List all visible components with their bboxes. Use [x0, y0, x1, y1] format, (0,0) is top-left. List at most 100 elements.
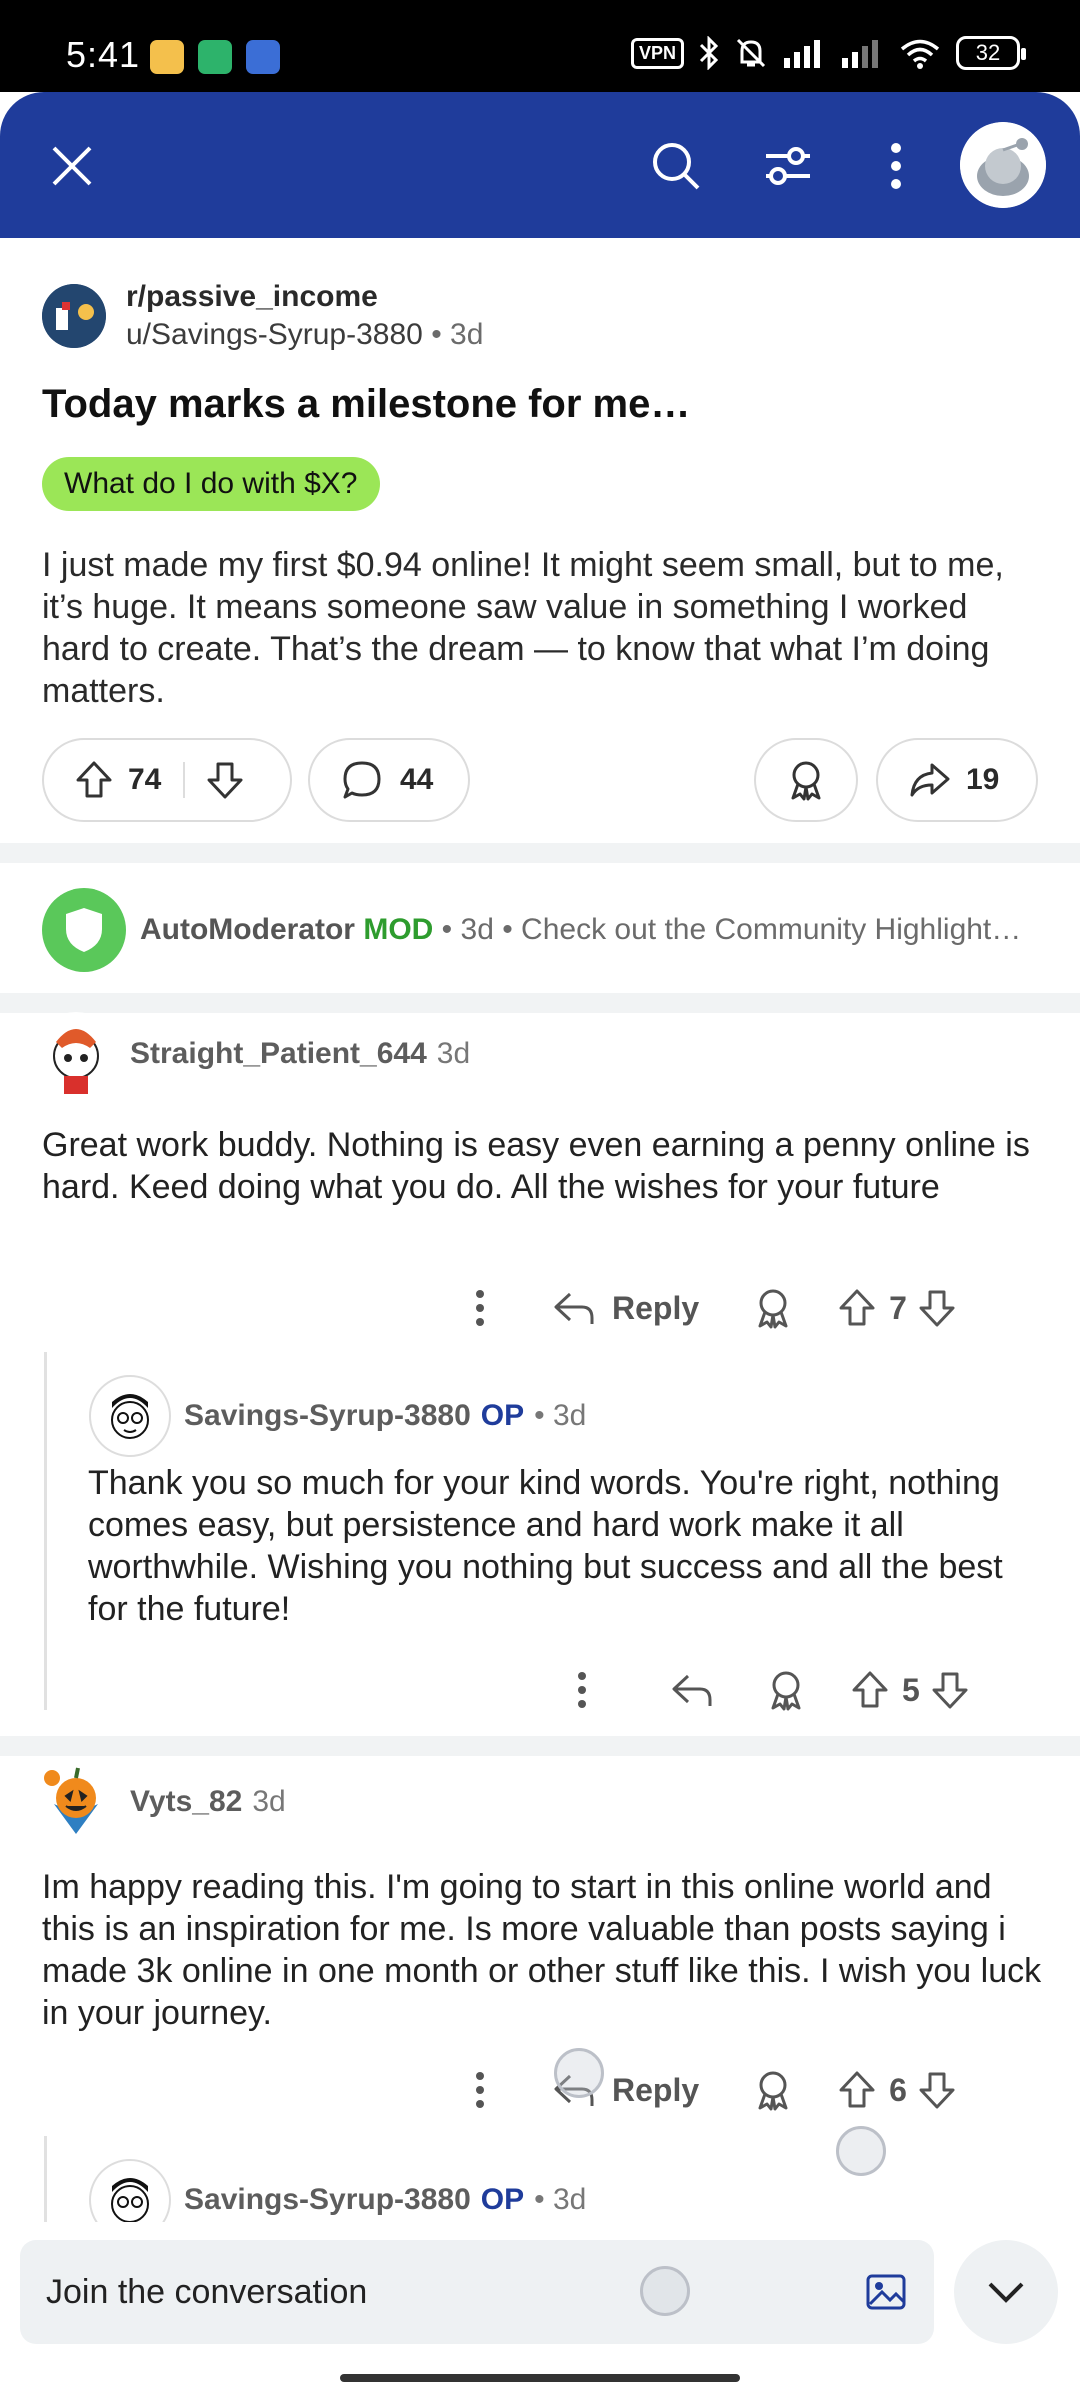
comment-author[interactable]: Savings-Syrup-3880 [184, 1399, 471, 1433]
upvote-icon[interactable] [72, 758, 116, 802]
search-button[interactable] [644, 134, 708, 198]
more-vertical-icon[interactable] [572, 1668, 592, 1712]
award-icon[interactable] [751, 1286, 795, 1330]
subreddit-name[interactable]: r/passive_income [126, 280, 483, 314]
comment-count: 44 [400, 763, 434, 796]
avatar[interactable] [88, 1374, 172, 1458]
comment-header: Straight_Patient_644 3d [34, 1012, 470, 1096]
comment-header: Savings-Syrup-3880 OP • 3d [88, 1374, 586, 1458]
op-badge: OP [480, 1399, 525, 1432]
section-divider [0, 993, 1080, 1013]
post-header: r/passive_income u/Savings-Syrup-3880 • … [42, 280, 483, 352]
downvote-icon[interactable] [915, 1286, 959, 1330]
vote-count: 6 [889, 2071, 907, 2108]
thread-line [44, 2136, 47, 2222]
mute-bell-icon [736, 38, 766, 68]
reply-icon[interactable] [552, 1286, 596, 1330]
upvote-icon[interactable] [835, 2068, 879, 2112]
signal-icon [784, 40, 820, 68]
comment-actions: Reply 7 [470, 1286, 959, 1330]
more-vertical-icon[interactable] [470, 1286, 490, 1330]
face-avatar-icon [89, 1375, 171, 1457]
vote-count: 5 [902, 1671, 920, 1708]
snoo-avatar-icon [960, 122, 1046, 208]
comment-actions: Reply 6 [470, 2068, 959, 2112]
comment-time: • 3d [534, 2183, 587, 2216]
battery-icon: 32 [956, 36, 1026, 70]
filter-icon [766, 147, 810, 185]
comment-time: 3d [252, 1785, 286, 1818]
comment-body: Im happy reading this. I'm going to star… [42, 1868, 1042, 2032]
automod-name: AutoModerator [140, 913, 355, 946]
downvote-icon[interactable] [203, 758, 247, 802]
composer-placeholder: Join the conversation [46, 2272, 368, 2311]
subreddit-avatar[interactable] [42, 284, 106, 348]
comment-actions: 5 [572, 1668, 972, 1712]
vpn-icon: VPN [630, 37, 684, 69]
comment-author[interactable]: Straight_Patient_644 [130, 1037, 427, 1071]
avatar[interactable] [34, 1012, 118, 1096]
award-button[interactable] [754, 738, 858, 822]
post-time: 3d [450, 318, 484, 351]
op-badge: OP [480, 2183, 525, 2216]
touch-indicator [836, 2126, 886, 2176]
comment-author[interactable]: Vyts_82 [130, 1785, 242, 1819]
comment-time: 3d [436, 1037, 471, 1070]
more-vertical-icon [891, 143, 901, 189]
join-conversation-input[interactable]: Join the conversation [20, 2240, 934, 2344]
share-button[interactable]: 19 [876, 738, 1038, 822]
comments-button[interactable]: 44 [308, 738, 470, 822]
comment-body: Thank you so much for your kind words. Y… [88, 1464, 1003, 1628]
reply-icon[interactable] [670, 1668, 714, 1712]
subreddit-icon [42, 284, 106, 348]
more-options-button[interactable] [864, 134, 928, 198]
pumpkin-avatar-icon [34, 1760, 118, 1844]
section-divider [0, 1736, 1080, 1756]
home-indicator[interactable] [340, 2374, 740, 2382]
avatar[interactable] [34, 1760, 118, 1844]
top-app-bar [0, 92, 1080, 238]
reply-button[interactable]: Reply [612, 2072, 699, 2109]
post-body: I just made my first $0.94 online! It mi… [42, 546, 1004, 710]
upvote-icon[interactable] [835, 1286, 879, 1330]
reply-button[interactable]: Reply [612, 1290, 699, 1327]
upvote-count: 74 [128, 763, 162, 796]
more-vertical-icon[interactable] [470, 2068, 490, 2112]
thread-line [44, 1352, 47, 1710]
share-count: 19 [966, 763, 1000, 796]
comment-body: Great work buddy. Nothing is easy even e… [42, 1126, 1030, 1206]
status-bar: 5:41 VPN 32 [0, 0, 1080, 92]
comment-time: • 3d [534, 1399, 587, 1432]
close-button[interactable] [40, 134, 104, 198]
comment-icon [343, 761, 381, 799]
award-icon[interactable] [751, 2068, 795, 2112]
comment-author[interactable]: Savings-Syrup-3880 [184, 2183, 471, 2217]
filter-button[interactable] [756, 134, 820, 198]
wifi-icon [900, 39, 940, 69]
bluetooth-icon [699, 36, 719, 70]
user-avatar[interactable] [960, 122, 1046, 208]
award-icon[interactable] [764, 1668, 808, 1712]
mod-badge: MOD [363, 913, 434, 946]
upvote-icon[interactable] [848, 1668, 892, 1712]
vote-count: 7 [889, 1289, 907, 1326]
post-author[interactable]: u/Savings-Syrup-3880 [126, 318, 423, 351]
award-icon [791, 761, 821, 801]
automod-avatar [42, 888, 126, 972]
downvote-icon[interactable] [928, 1668, 972, 1712]
touch-indicator [640, 2266, 690, 2316]
collapse-button[interactable] [954, 2240, 1058, 2344]
image-icon[interactable] [864, 2270, 908, 2314]
post-title: Today marks a milestone for me… [42, 382, 691, 426]
snoo-avatar-icon [34, 1012, 118, 1096]
automod-meta: • 3d • Check out the Community Highlight… [441, 913, 1022, 946]
touch-indicator [554, 2048, 604, 2098]
comment-header: Vyts_82 3d [34, 1760, 286, 1844]
automod-comment[interactable]: AutoModerator MOD • 3d • Check out the C… [42, 888, 1021, 972]
vote-divider [183, 762, 186, 798]
post-flair[interactable]: What do I do with $X? [42, 457, 380, 511]
signal-2-icon [842, 40, 878, 68]
meta-separator: • [431, 318, 451, 351]
vote-bar: 74 [42, 738, 292, 822]
downvote-icon[interactable] [915, 2068, 959, 2112]
